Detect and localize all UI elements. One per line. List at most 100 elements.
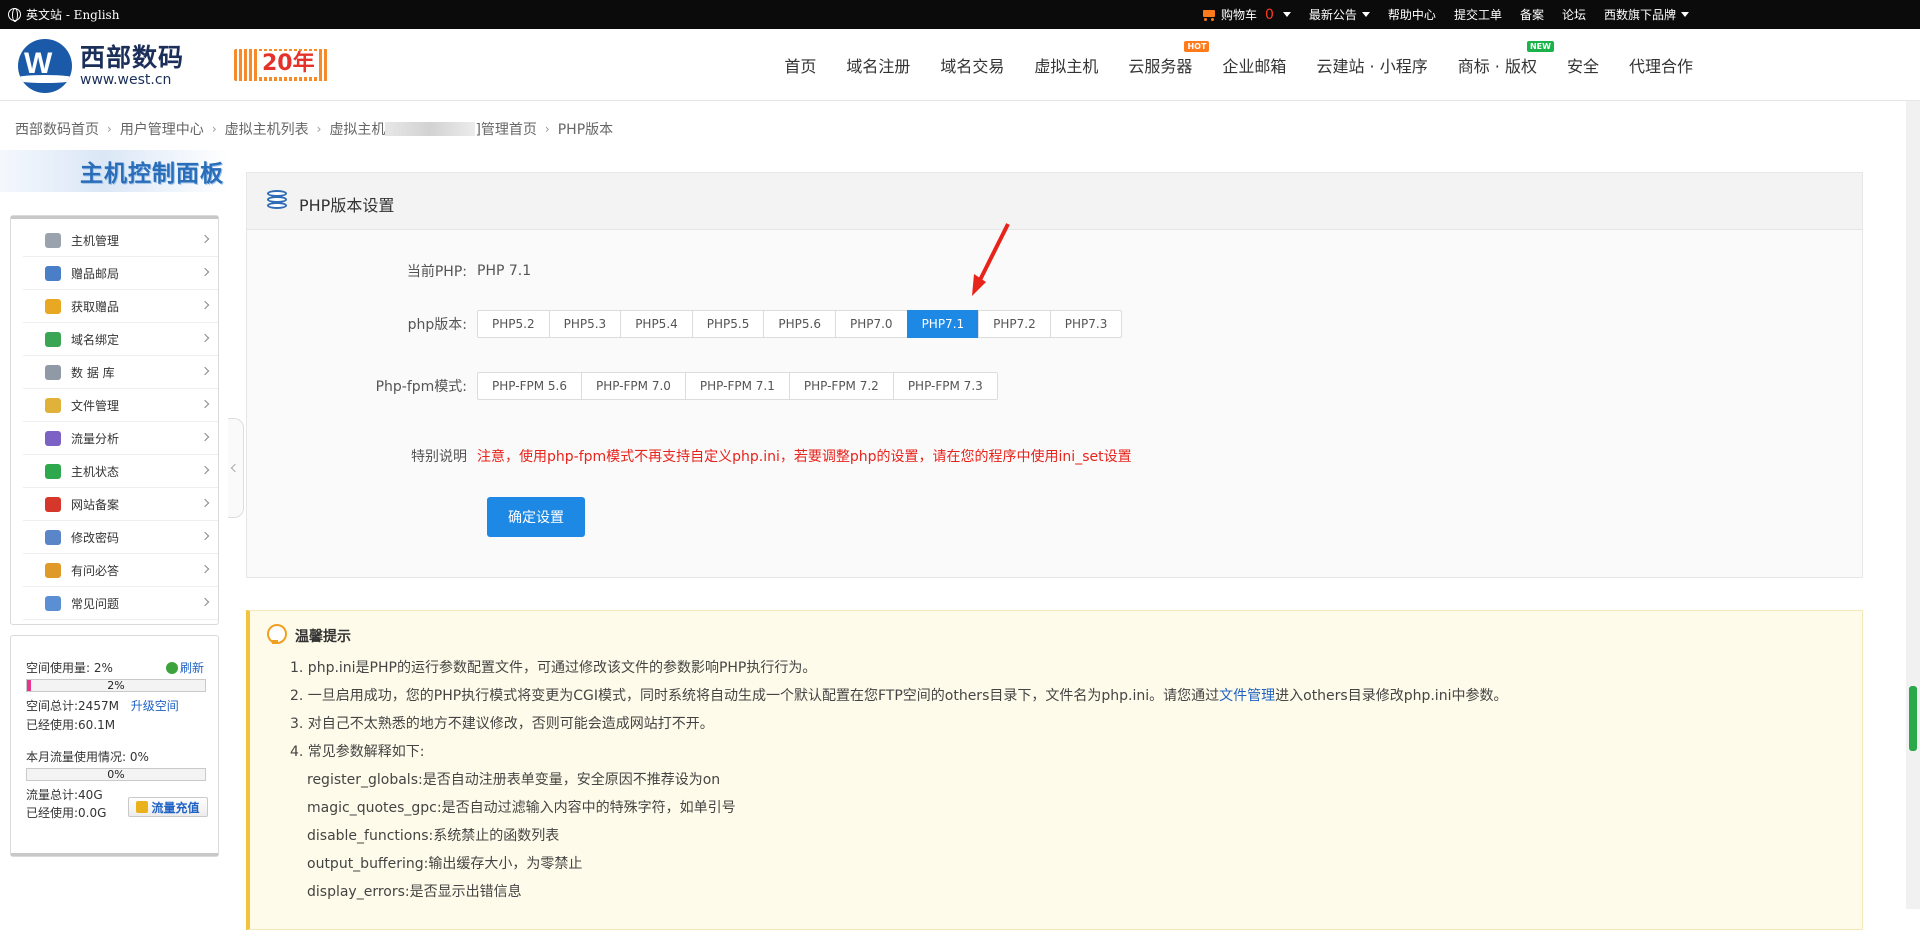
anniversary-badge: 20年 — [234, 49, 328, 81]
sidebar-item-label: 流量分析 — [71, 431, 120, 446]
php-version-option[interactable]: PHP7.3 — [1049, 310, 1123, 338]
php-version-option[interactable]: PHP5.6 — [763, 310, 836, 338]
tip-line-1: 1. php.ini是PHP的运行参数配置文件，可通过修改该文件的参数影响PHP… — [290, 660, 817, 676]
language-switch[interactable]: 英文站 - English — [8, 6, 119, 23]
current-php-label: 当前PHP: — [406, 264, 467, 280]
sidebar-item[interactable]: 主机管理 — [23, 224, 218, 257]
php-fpm-option[interactable]: PHP-FPM 7.3 — [892, 372, 998, 400]
forum-link[interactable]: 论坛 — [1553, 6, 1595, 23]
traffic-used: 已经使用:0.0G — [26, 806, 107, 820]
note-text: 注意，使用php-fpm模式不再支持自定义php.ini，若要调整php的设置，… — [477, 449, 1132, 465]
tips-title: 温馨提示 — [295, 629, 351, 645]
nav-domain-trade[interactable]: 域名交易 — [925, 53, 1019, 77]
chevron-right-icon — [200, 234, 210, 244]
nav-agency[interactable]: 代理合作 — [1614, 53, 1708, 77]
site-logo[interactable]: 西部数码 www.west.cn — [18, 39, 184, 93]
sidebar-item[interactable]: 文件管理 — [23, 389, 218, 422]
announcements-link[interactable]: 最新公告 — [1300, 6, 1379, 23]
mail-icon — [45, 265, 61, 281]
traffic-recharge-button[interactable]: 流量充值 — [128, 797, 208, 817]
breadcrumb-home[interactable]: 西部数码首页 — [15, 119, 99, 139]
php-version-option[interactable]: PHP7.2 — [978, 310, 1051, 338]
chevron-down-icon — [1282, 12, 1291, 17]
breadcrumb-user-center[interactable]: 用户管理中心 — [120, 119, 204, 139]
icp-record-link[interactable]: 备案 — [1511, 6, 1553, 23]
help-center-link[interactable]: 帮助中心 — [1379, 6, 1445, 23]
space-progress-bar: 2% — [26, 679, 206, 692]
sidebar-item[interactable]: 赠品邮局 — [23, 257, 218, 290]
php-version-option[interactable]: PHP7.1 — [906, 310, 980, 338]
php-fpm-selector: PHP-FPM 5.6 PHP-FPM 7.0 PHP-FPM 7.1 PHP-FPM… — [477, 372, 998, 400]
traffic-progress-text: 0% — [107, 768, 125, 781]
space-progress-text: 2% — [107, 679, 125, 692]
tip-line-4: 4. 常见参数解释如下: — [290, 744, 425, 760]
panel-title: PHP版本设置 — [299, 196, 395, 215]
site-header: 西部数码 www.west.cn 20年 首页 域名注册 域名交易 虚拟主机 云… — [0, 29, 1920, 101]
sidebar-item-label: 数 据 库 — [71, 365, 115, 380]
php-version-option[interactable]: PHP5.4 — [620, 310, 693, 338]
refresh-button[interactable]: 刷新 — [165, 659, 204, 676]
sidebar-item[interactable]: 常见问题 — [23, 587, 218, 620]
nav-domain-register[interactable]: 域名注册 — [831, 53, 925, 77]
php-version-selector: PHP5.2 PHP5.3 PHP5.4 PHP5.5 PHP5.6 PHP7.0 PHP7… — [477, 310, 1123, 338]
nav-virtual-host[interactable]: 虚拟主机 — [1019, 53, 1113, 77]
php-fpm-option[interactable]: PHP-FPM 7.1 — [684, 372, 790, 400]
refresh-icon — [165, 661, 178, 674]
sidebar-item[interactable]: 获取赠品 — [23, 290, 218, 323]
sidebar-item[interactable]: 有问必答 — [23, 554, 218, 587]
php-version-option[interactable]: PHP5.5 — [691, 310, 765, 338]
tip-param: output_buffering:输出缓存大小，为零禁止 — [307, 856, 583, 872]
sidebar-item[interactable]: 网站备案 — [23, 488, 218, 521]
refresh-label: 刷新 — [179, 661, 204, 675]
chevron-right-icon — [200, 564, 210, 574]
sidebar-item[interactable]: 数 据 库 — [23, 356, 218, 389]
tip-line-2-text-b: 进入others目录修改php.ini中参数。 — [1275, 688, 1508, 704]
breadcrumb-host[interactable]: 虚拟主机 — [329, 119, 385, 139]
scrollbar-thumb[interactable] — [1909, 686, 1917, 751]
faq-icon — [45, 595, 61, 611]
php-version-option[interactable]: PHP5.2 — [477, 310, 550, 338]
php-fpm-option[interactable]: PHP-FPM 5.6 — [477, 372, 582, 400]
page-scrollbar[interactable] — [1906, 101, 1920, 909]
nav-enterprise-mail[interactable]: 企业邮箱 — [1207, 53, 1301, 77]
logo-url: www.west.cn — [80, 72, 172, 88]
breadcrumb-host-home[interactable]: ]管理首页 — [475, 119, 536, 139]
breadcrumb-current: PHP版本 — [557, 122, 614, 138]
sidebar-item-label: 常见问题 — [71, 596, 120, 611]
redacted-host-name — [385, 122, 476, 136]
php-fpm-option[interactable]: PHP-FPM 7.2 — [788, 372, 894, 400]
nav-home[interactable]: 首页 — [769, 53, 831, 77]
sidebar-item[interactable]: 主机状态 — [23, 455, 218, 488]
brands-label: 西数旗下品牌 — [1603, 8, 1676, 22]
file-manager-link[interactable]: 文件管理 — [1219, 688, 1275, 704]
database-icon — [45, 364, 61, 380]
cart-icon — [1201, 8, 1218, 21]
sidebar-item[interactable]: 修改密码 — [23, 521, 218, 554]
tip-param: magic_quotes_gpc:是否自动过滤输入内容中的特殊字符，如单引号 — [307, 800, 736, 816]
globe-icon — [45, 331, 61, 347]
confirm-settings-button[interactable]: 确定设置 — [487, 497, 585, 537]
tip-param: display_errors:是否显示出错信息 — [307, 884, 522, 900]
chart-icon — [45, 430, 61, 446]
cart-link[interactable]: 购物车 0 — [1192, 6, 1300, 23]
php-fpm-label: Php-fpm模式: — [375, 379, 467, 395]
nav-site-builder[interactable]: 云建站 · 小程序 — [1301, 53, 1442, 77]
space-used: 已经使用:60.1M — [26, 718, 116, 732]
submit-ticket-link[interactable]: 提交工单 — [1445, 6, 1511, 23]
sidebar-collapse-toggle[interactable] — [228, 418, 244, 518]
brands-link[interactable]: 西数旗下品牌 — [1595, 6, 1698, 23]
breadcrumb-host-list[interactable]: 虚拟主机列表 — [225, 119, 309, 139]
sidebar-item[interactable]: 域名绑定 — [23, 323, 218, 356]
tips-box: 温馨提示 1. php.ini是PHP的运行参数配置文件，可通过修改该文件的参数… — [246, 610, 1863, 930]
php-version-option[interactable]: PHP5.3 — [548, 310, 622, 338]
php-version-option[interactable]: PHP7.0 — [834, 310, 908, 338]
nav-trademark[interactable]: 商标 · 版权 NEW — [1443, 41, 1554, 77]
php-fpm-option[interactable]: PHP-FPM 7.0 — [580, 372, 686, 400]
sidebar-item-label: 有问必答 — [71, 563, 120, 578]
upgrade-space-link[interactable]: 升级空间 — [131, 699, 179, 713]
nav-security[interactable]: 安全 — [1552, 53, 1614, 77]
sidebar-item[interactable]: 流量分析 — [23, 422, 218, 455]
nav-cloud-server[interactable]: 云服务器 HOT — [1113, 41, 1210, 77]
main-nav: 首页 域名注册 域名交易 虚拟主机 云服务器 HOT 企业邮箱 云建站 · 小程… — [769, 29, 1708, 101]
database-icon — [267, 190, 287, 214]
